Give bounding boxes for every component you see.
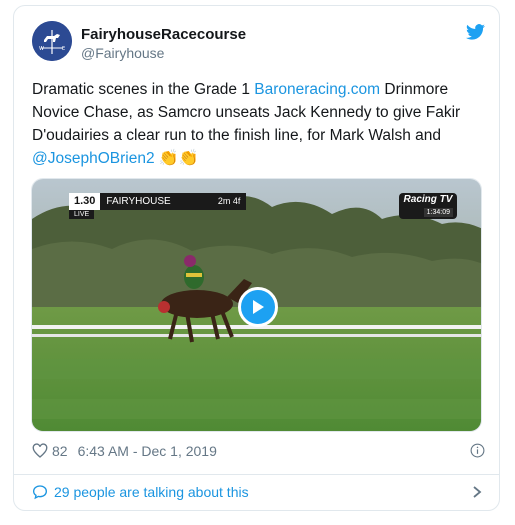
track-name: FAIRYHOUSE <box>106 196 171 207</box>
channel-name: Racing TV <box>403 194 453 205</box>
info-icon[interactable] <box>470 443 485 458</box>
reply-bubble-icon <box>32 485 48 500</box>
race-time: 1.30 <box>69 193 101 210</box>
race-track: FAIRYHOUSE 2m 4f <box>100 193 247 210</box>
twitter-bird-icon[interactable] <box>466 24 485 40</box>
sponsor-link[interactable]: Baroneracing.com <box>254 81 380 98</box>
tweet-text: Dramatic scenes in the Grade 1 Baronerac… <box>32 78 482 170</box>
timestamp[interactable]: 6:43 AM - Dec 1, 2019 <box>78 443 217 459</box>
weathervane-logo-icon: W E <box>32 21 72 61</box>
tweet-card[interactable]: W E FairyhouseRacecourse @Fairyhouse Dra… <box>13 5 500 511</box>
conversation-link[interactable]: 29 people are talking about this <box>32 484 249 500</box>
svg-text:W: W <box>39 46 44 52</box>
talking-count: 29 people are talking about this <box>54 484 249 500</box>
avatar[interactable]: W E <box>32 21 72 61</box>
heart-icon[interactable] <box>32 443 48 459</box>
race-scorebox: 1.30 FAIRYHOUSE 2m 4f <box>69 193 247 210</box>
tweet-meta: 82 6:43 AM - Dec 1, 2019 <box>32 443 217 459</box>
broadcast-clock: 1:34:09 <box>423 208 453 217</box>
channel-logo: Racing TV 1:34:09 <box>399 193 457 219</box>
divider <box>14 474 499 475</box>
svg-text:E: E <box>62 46 65 52</box>
display-name[interactable]: FairyhouseRacecourse <box>81 26 246 43</box>
play-icon <box>253 300 264 314</box>
race-distance: 2m 4f <box>217 196 241 206</box>
live-badge: LIVE <box>69 210 95 219</box>
chevron-right-icon[interactable] <box>471 485 483 499</box>
tweet-text-part: Dramatic scenes in the Grade 1 <box>32 81 255 98</box>
user-handle[interactable]: @Fairyhouse <box>81 45 164 61</box>
clapping-emoji: 👏👏 <box>158 150 199 167</box>
mention-link[interactable]: @JosephOBrien2 <box>32 150 155 167</box>
play-button[interactable] <box>238 287 278 327</box>
like-count[interactable]: 82 <box>52 443 68 459</box>
video-player[interactable]: 1.30 FAIRYHOUSE 2m 4f LIVE Racing TV 1:34… <box>31 178 482 432</box>
